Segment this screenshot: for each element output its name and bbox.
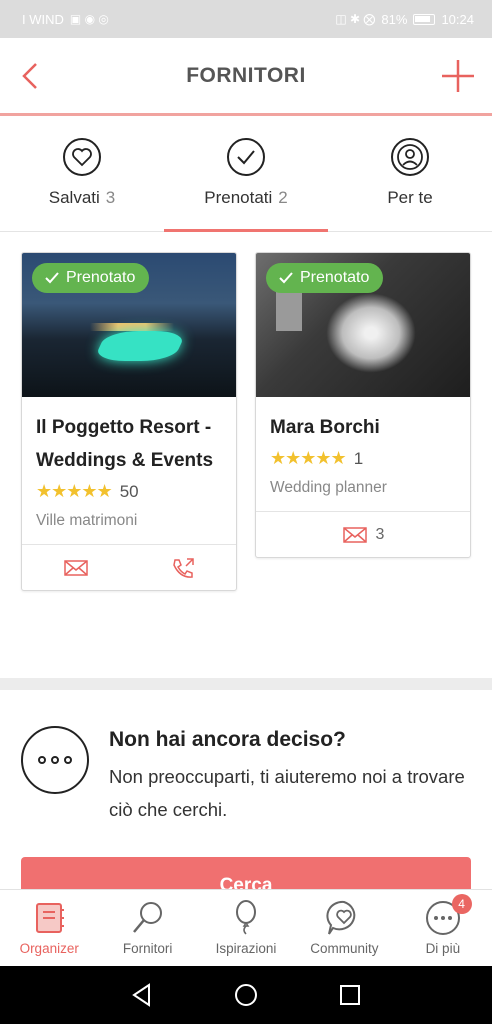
nav-community[interactable]: Community — [295, 890, 393, 966]
notification-badge: 4 — [451, 894, 472, 914]
tab-count: 3 — [105, 188, 116, 207]
tab-count: 2 — [278, 188, 288, 207]
nav-label: Ispirazioni — [215, 941, 277, 956]
nav-label: Organizer — [19, 941, 79, 956]
vendor-name: Il Poggetto Resort - Weddings & Events — [36, 417, 214, 471]
carrier-label: I WIND — [22, 11, 64, 27]
battery-percent: 81% — [381, 11, 408, 27]
card-actions: 3 — [256, 511, 470, 557]
recommendation-icon — [391, 138, 429, 176]
page-title: FORNITORI — [186, 63, 306, 87]
tab-salvati[interactable]: Salvati 3 — [0, 116, 164, 231]
badge-label: Prenotato — [300, 269, 370, 286]
nav-label: Di più — [425, 941, 461, 956]
nav-label: Community — [310, 941, 379, 956]
review-count: 1 — [353, 448, 364, 468]
review-count: 50 — [119, 481, 139, 501]
system-navigation-bar — [0, 966, 492, 1024]
booked-badge: Prenotato — [32, 263, 150, 293]
nav-organizer[interactable]: Organizer — [0, 890, 98, 966]
card-actions — [22, 544, 236, 590]
notification-icons: ▣ ◉ ◎ — [69, 12, 109, 26]
back-triangle-icon[interactable] — [129, 982, 155, 1008]
rating: ★★★★★ 50 — [36, 481, 222, 502]
vendor-photo: Prenotato — [256, 253, 470, 397]
vendor-category: Ville matrimoni — [36, 512, 138, 529]
booked-badge: Prenotato — [266, 263, 384, 293]
heart-icon — [63, 138, 101, 176]
rating: ★★★★★ 1 — [270, 448, 456, 469]
check-icon — [45, 272, 59, 284]
vendor-category: Wedding planner — [270, 479, 387, 496]
vendor-photo: Prenotato — [22, 253, 236, 397]
tab-per-te[interactable]: Per te — [328, 116, 492, 231]
section-divider — [0, 678, 492, 690]
home-circle-icon[interactable] — [233, 982, 259, 1008]
undecided-description: Non preoccuparti, ti aiuteremo noi a tro… — [109, 766, 465, 820]
star-rating: ★★★★★ — [36, 481, 113, 501]
balloon-icon — [236, 900, 257, 935]
star-rating: ★★★★★ — [270, 448, 347, 468]
email-icon[interactable] — [63, 557, 89, 579]
battery-icon — [413, 13, 436, 25]
check-icon — [227, 138, 265, 176]
recents-square-icon[interactable] — [337, 982, 363, 1008]
vendor-name: Mara Borchi — [270, 417, 380, 438]
more-dots-icon — [21, 726, 89, 794]
vendor-card[interactable]: Prenotato Il Poggetto Resort - Weddings … — [21, 252, 237, 591]
clock: 10:24 — [441, 11, 474, 27]
badge-label: Prenotato — [66, 269, 136, 286]
tab-label: Prenotati — [204, 188, 273, 207]
tab-label: Salvati — [48, 188, 100, 207]
tab-label: Per te — [387, 188, 433, 207]
nav-fornitori[interactable]: Fornitori — [98, 890, 196, 966]
back-button[interactable] — [14, 58, 50, 94]
booked-vendor-list: Prenotato Il Poggetto Resort - Weddings … — [21, 252, 471, 591]
signal-icons: ◫ ✱ ⨂ — [335, 12, 376, 26]
tab-prenotati[interactable]: Prenotati 2 — [164, 116, 328, 232]
undecided-title: Non hai ancora deciso? — [109, 728, 346, 751]
status-bar: I WIND ▣ ◉ ◎ ◫ ✱ ⨂ 81% 10:24 — [0, 0, 492, 38]
nav-label: Fornitori — [122, 941, 173, 956]
app-header: FORNITORI — [0, 38, 492, 116]
nav-ispirazioni[interactable]: Ispirazioni — [197, 890, 295, 966]
add-button[interactable] — [438, 56, 478, 96]
vendor-card[interactable]: Prenotato Mara Borchi ★★★★★ 1 Wedding pl… — [255, 252, 471, 558]
search-icon — [132, 902, 162, 933]
vendor-tabs: Salvati 3 Prenotati 2 Per te — [0, 116, 492, 232]
community-icon — [326, 900, 356, 935]
nav-di-piu[interactable]: 4 Di più — [394, 890, 492, 966]
email-icon[interactable] — [342, 524, 368, 546]
organizer-icon — [36, 903, 65, 933]
undecided-section: Non hai ancora deciso? Non preoccuparti,… — [21, 722, 471, 826]
bottom-navigation: Organizer Fornitori Ispirazioni Communit… — [0, 889, 492, 966]
phone-icon[interactable] — [170, 557, 196, 579]
check-icon — [279, 272, 293, 284]
message-count: 3 — [375, 525, 385, 543]
